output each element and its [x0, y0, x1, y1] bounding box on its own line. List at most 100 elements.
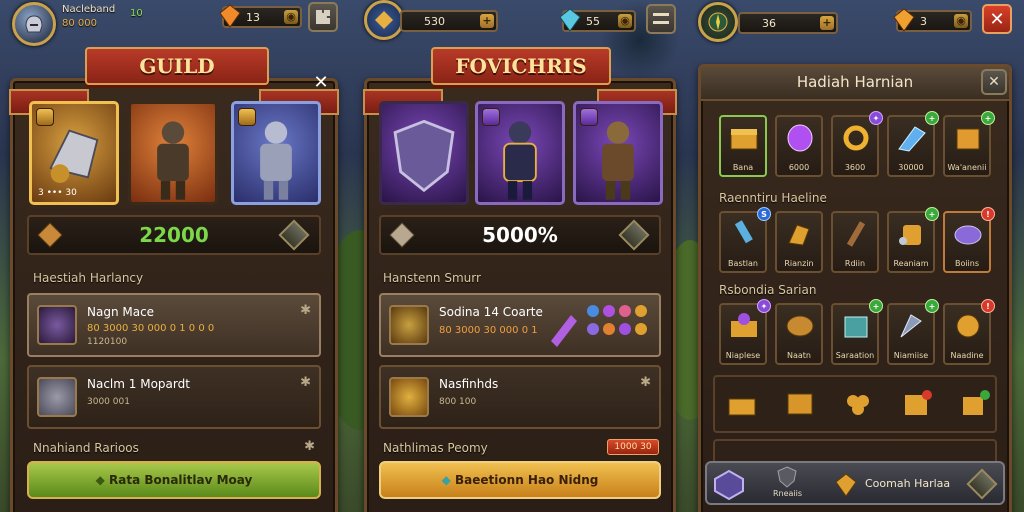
reward-item[interactable]: ✦ 3600	[831, 111, 883, 177]
paladin-figure-icon	[602, 121, 634, 200]
reward-item[interactable]: ! Boiins	[943, 207, 995, 273]
puzzle-icon	[316, 10, 330, 24]
reward-label: Wa'anenii	[947, 163, 987, 172]
gold-clover-icon[interactable]	[841, 387, 875, 421]
top-close-button[interactable]: ✕	[982, 4, 1012, 34]
row-item-icon	[37, 305, 77, 345]
reward-item[interactable]: + Reaniam	[887, 207, 939, 273]
list-item[interactable]: Nagn Mace 80 3000 30 000 0 1 0 0 0 11201…	[27, 293, 321, 357]
player-portrait[interactable]	[698, 2, 738, 42]
gold-box-icon[interactable]	[899, 387, 933, 421]
hero-card-dark-knight[interactable]	[475, 101, 565, 205]
fovichris-panel: FOVICHRIS 5000% Hanstenn Smurr Sodina 14…	[363, 47, 677, 512]
fovichris-action-button[interactable]: ◆ Baeetionn Hao Nidng	[379, 461, 661, 499]
hero-card-warrior[interactable]	[128, 101, 218, 205]
purple-orb-icon	[954, 225, 982, 245]
green-gem-icon	[559, 8, 581, 32]
gold-crate-icon[interactable]	[783, 387, 817, 421]
row-detail: 3000 001	[87, 397, 130, 407]
purple-chest-icon	[731, 313, 757, 337]
gem-add-button[interactable]: ◉	[954, 14, 968, 28]
fovichris-action-label: Baeetionn Hao Nidng	[455, 473, 599, 487]
player-subname: 80 000	[62, 18, 97, 29]
row-title: Naclm 1 Mopardt	[87, 377, 190, 391]
reward-label: Bastlan	[728, 259, 758, 268]
footer-item-1[interactable]: Rneaiis	[773, 489, 802, 498]
rewards-close-button[interactable]: ✕	[981, 69, 1007, 95]
puzzle-menu-button[interactable]	[308, 2, 338, 32]
diamond-icon[interactable]	[966, 468, 998, 500]
reward-item[interactable]: 6000	[775, 115, 823, 177]
reward-label: Rdiin	[844, 259, 866, 268]
player-level: 10	[130, 8, 143, 19]
reward-item[interactable]: + Saraation	[831, 299, 883, 365]
reward-item[interactable]: ! Naadine	[943, 299, 995, 365]
list-item[interactable]: Sodina 14 Coarte 80 3000 30 000 0 1	[379, 293, 661, 357]
gold-gauntlet-icon	[788, 224, 810, 246]
reward-item[interactable]: + 30000	[887, 111, 939, 177]
hero-card-shield[interactable]	[379, 101, 469, 205]
gold-counter[interactable]: 36 +	[738, 12, 838, 34]
fovichris-value-bar: 5000%	[379, 215, 661, 255]
section-title: Haestiah Harlancy	[33, 271, 144, 285]
gold-ring-icon	[843, 125, 869, 151]
purple-emblem-icon[interactable]	[713, 469, 745, 501]
player-avatar[interactable]	[12, 2, 56, 46]
shield-icon: ◆	[95, 473, 110, 487]
row-title: Nagn Mace	[87, 305, 155, 319]
reward-label: Naadine	[950, 351, 984, 360]
star-icon[interactable]: ✱	[304, 439, 315, 454]
reward-label: Boiins	[954, 259, 980, 268]
gem-counter[interactable]: 55 ◉	[559, 8, 636, 32]
limited-badge: 1000 30	[607, 439, 659, 455]
guild-value: 22000	[139, 223, 209, 247]
hero-card-paladin[interactable]	[573, 101, 663, 205]
gem-counter[interactable]: 3 ◉	[893, 8, 972, 32]
reward-label: Saraation	[835, 351, 875, 360]
row-detail: 800 100	[439, 397, 477, 407]
guild-crest[interactable]	[364, 0, 404, 40]
reward-row-4	[713, 375, 997, 433]
row-title: Nasfinhds	[439, 377, 499, 391]
menu-icon	[653, 13, 669, 24]
gold-cube-icon[interactable]	[957, 387, 991, 421]
gold-counter[interactable]: 530 +	[400, 10, 498, 32]
gold-chest-icon[interactable]	[725, 387, 759, 421]
gem-value: 13	[246, 10, 260, 24]
star-icon[interactable]: ✱	[640, 375, 651, 390]
star-icon[interactable]: ✱	[300, 303, 311, 318]
steel-drill-icon	[900, 314, 922, 338]
gem-add-button[interactable]: ◉	[284, 10, 298, 24]
list-item[interactable]: Nasfinhds 800 100 ✱	[379, 365, 661, 429]
reward-item[interactable]: Naatn	[775, 303, 823, 365]
guild-close-button[interactable]: ✕	[309, 71, 333, 95]
gem-add-button[interactable]: ◉	[618, 14, 632, 28]
rewards-panel: Hadiah Harnian ✕ Bana 6000 ✦ 3600 + 3000…	[698, 64, 1012, 512]
reward-item[interactable]: ✦ Niaplese	[719, 299, 771, 365]
star-icon[interactable]: ✱	[300, 375, 311, 390]
gem-counter[interactable]: 13 ◉	[219, 4, 302, 28]
reward-item[interactable]: Bana	[719, 115, 767, 177]
reward-label: Reaniam	[893, 259, 929, 268]
reward-item[interactable]: S Bastlan	[719, 207, 771, 273]
guild-action-button[interactable]: ◆ Rata Bonalitlav Moay	[27, 461, 321, 499]
menu-button[interactable]	[646, 4, 676, 34]
hero-card-armor[interactable]: 3 ••• 30	[29, 101, 119, 205]
footer-item-2[interactable]: Coomah Harlaa	[865, 477, 950, 490]
hero-card-knight[interactable]	[231, 101, 321, 205]
warrior-figure-icon	[157, 121, 189, 200]
reward-item[interactable]: Rianzin	[775, 211, 823, 273]
gold-add-button[interactable]: +	[480, 14, 494, 28]
reward-item[interactable]: Rdiin	[831, 211, 879, 273]
reward-item[interactable]: + Niamiise	[887, 299, 939, 365]
gem-value: 55	[586, 14, 600, 28]
reward-label: Rianzin	[784, 259, 814, 268]
reward-item[interactable]: + Wa'anenii	[943, 111, 995, 177]
row-item-icon	[37, 377, 77, 417]
gold-add-button[interactable]: +	[820, 16, 834, 30]
list-item[interactable]: Naclm 1 Mopardt 3000 001 ✱	[27, 365, 321, 429]
guild-action-label: Rata Bonalitlav Moay	[109, 473, 253, 487]
knight-figure-icon	[260, 121, 292, 200]
compass-icon	[708, 12, 728, 32]
gold-gem-icon	[835, 473, 857, 497]
